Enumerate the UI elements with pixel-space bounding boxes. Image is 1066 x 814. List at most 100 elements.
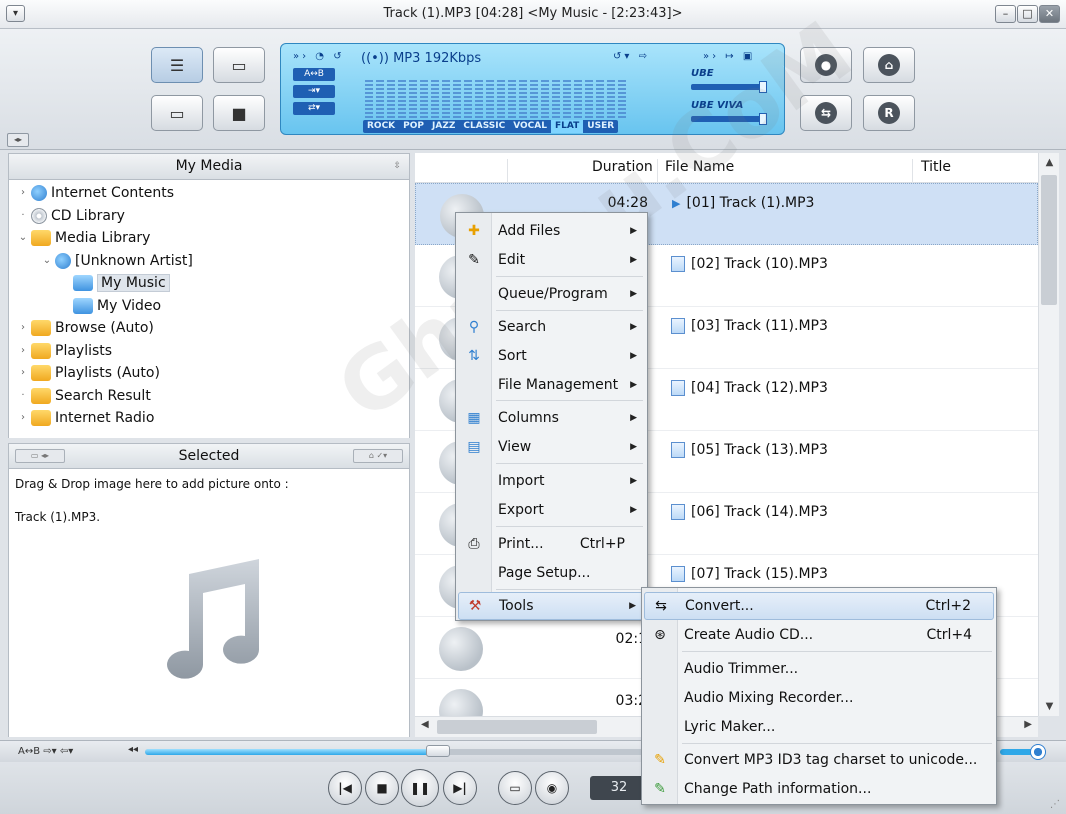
vertical-scroll-thumb[interactable] <box>1041 175 1057 305</box>
menu-item-print[interactable]: ⎙ Print... Ctrl+P <box>458 530 645 558</box>
menu-item-page-setup[interactable]: Page Setup... <box>458 559 645 587</box>
scroll-left-icon[interactable]: ◀ <box>421 719 429 730</box>
menu-item-audio-mixing-recorder[interactable]: Audio Mixing Recorder... <box>644 684 994 712</box>
tree-item-cd-library[interactable]: · CD Library <box>17 205 125 226</box>
volume-knob[interactable] <box>1030 744 1046 760</box>
selected-panel[interactable]: Drag & Drop image here to add picture on… <box>8 469 410 737</box>
seek-knob[interactable] <box>425 745 450 757</box>
horizontal-scroll-thumb[interactable] <box>437 720 597 734</box>
mini-view-button[interactable]: ▭ <box>151 95 203 131</box>
tree-item-playlists-auto[interactable]: › Playlists (Auto) <box>17 362 160 383</box>
previous-button[interactable]: |◀ <box>328 771 362 805</box>
now-playing-view-button[interactable]: ▭ <box>213 47 265 83</box>
tree-item-unknown-artist[interactable]: ⌄ [Unknown Artist] <box>41 250 193 271</box>
menu-item-columns[interactable]: ▦ Columns ▶ <box>458 404 645 432</box>
tree-label: Internet Radio <box>55 409 155 426</box>
cd-thumbnail-icon <box>439 627 483 671</box>
tree-item-my-video[interactable]: My Video <box>71 295 161 316</box>
sort-icon[interactable]: ⇳ <box>393 154 401 179</box>
tree-item-internet-contents[interactable]: › Internet Contents <box>17 182 174 203</box>
menu-item-lyric-maker[interactable]: Lyric Maker... <box>644 713 994 741</box>
ab-repeat-button[interactable]: A↔B <box>293 68 335 81</box>
tree-label: Playlists <box>55 342 113 359</box>
eq-preset-jazz[interactable]: JAZZ <box>428 120 459 133</box>
open-button[interactable]: ▭ <box>498 771 532 805</box>
burn-button[interactable]: ⌂ <box>863 47 915 83</box>
expand-arrow-icon[interactable]: › <box>17 187 29 198</box>
tree-item-search-result[interactable]: · Search Result <box>17 385 151 406</box>
tree-item-internet-radio[interactable]: › Internet Radio <box>17 407 154 428</box>
eq-preset-rock[interactable]: ROCK <box>363 120 399 133</box>
ube-slider[interactable] <box>691 81 767 93</box>
collapse-arrow-icon[interactable]: ⌄ <box>41 255 53 266</box>
seek-slider[interactable] <box>145 745 650 757</box>
eq-preset-vocal[interactable]: VOCAL <box>509 120 551 133</box>
tree-item-media-library[interactable]: ⌄ Media Library <box>17 227 150 248</box>
menu-item-create-audio-cd[interactable]: ⊛ Create Audio CD... Ctrl+4 <box>644 621 994 649</box>
time-counter[interactable]: 32 <box>590 776 648 800</box>
mini-repeat-controls[interactable]: A↔B ⇨▾ ⇦▾ <box>18 746 73 757</box>
menu-item-import[interactable]: Import ▶ <box>458 467 645 495</box>
vertical-scrollbar[interactable]: ▲ ▼ <box>1038 153 1059 716</box>
scroll-down-icon[interactable]: ▼ <box>1039 701 1060 712</box>
pause-button[interactable]: ❚❚ <box>401 769 439 807</box>
tree-item-my-music[interactable]: My Music <box>71 272 170 293</box>
my-media-header[interactable]: My Media ⇳ <box>8 153 410 180</box>
selected-options-button[interactable]: ⌂ ✓▾ <box>353 449 403 463</box>
menu-item-add-files[interactable]: ✚ Add Files ▶ <box>458 217 645 245</box>
monitor-icon: ▭ <box>231 55 247 75</box>
expand-arrow-icon[interactable]: › <box>17 322 29 333</box>
continuous-button[interactable]: ⇥▾ <box>293 85 335 98</box>
scroll-up-icon[interactable]: ▲ <box>1039 157 1060 168</box>
collapse-arrow-icon[interactable]: ⌄ <box>17 232 29 243</box>
column-duration[interactable]: Duration <box>592 159 653 175</box>
column-file-name[interactable]: File Name <box>665 159 734 175</box>
resize-grip-icon[interactable]: ⋰ <box>1050 799 1060 810</box>
menu-item-edit[interactable]: ✎ Edit ▶ <box>458 246 645 274</box>
ube-viva-slider[interactable] <box>691 113 767 125</box>
repeat-mode-button[interactable]: ⇄▾ <box>293 102 335 115</box>
menu-item-sort[interactable]: ⇅ Sort ▶ <box>458 342 645 370</box>
menu-item-convert-id3-charset[interactable]: ✎ Convert MP3 ID3 tag charset to unicode.… <box>644 746 994 774</box>
menu-item-view[interactable]: ▤ View ▶ <box>458 433 645 461</box>
eject-button[interactable]: ◉ <box>535 771 569 805</box>
tree-label: Playlists (Auto) <box>55 364 160 381</box>
expand-arrow-icon[interactable]: › <box>17 412 29 423</box>
device-view-button[interactable]: ■ <box>213 95 265 131</box>
menu-item-queue-program[interactable]: Queue/Program ▶ <box>458 280 645 308</box>
tree-label: Search Result <box>55 387 151 404</box>
menu-item-convert[interactable]: ⇆ Convert... Ctrl+2 <box>644 592 994 620</box>
menu-item-file-management[interactable]: File Management ▶ <box>458 371 645 399</box>
menu-item-label: View <box>498 439 532 455</box>
menu-item-audio-trimmer[interactable]: Audio Trimmer... <box>644 655 994 683</box>
menu-item-tools[interactable]: ⚒ Tools ▶ <box>458 592 645 620</box>
scroll-right-icon[interactable]: ▶ <box>1024 719 1032 730</box>
close-button[interactable]: ✕ <box>1039 5 1060 23</box>
expand-arrow-icon[interactable]: › <box>17 345 29 356</box>
next-button[interactable]: ▶| <box>443 771 477 805</box>
selected-title: Selected <box>178 448 240 464</box>
stop-button[interactable]: ■ <box>365 771 399 805</box>
tree-item-browse-auto[interactable]: › Browse (Auto) <box>17 317 154 338</box>
submenu-arrow-icon: ▶ <box>630 505 637 515</box>
collapse-toolbar-button[interactable]: ◂▸ <box>7 133 29 147</box>
selected-view-toggle[interactable]: ▭ ◂▸ <box>15 449 65 463</box>
record-button[interactable]: ● <box>800 47 852 83</box>
menu-item-search[interactable]: ⚲ Search ▶ <box>458 313 645 341</box>
rewind-icon[interactable]: ◂◂ <box>128 744 138 755</box>
tree-item-playlists[interactable]: › Playlists <box>17 340 112 361</box>
eq-preset-pop[interactable]: POP <box>399 120 428 133</box>
convert-button[interactable]: ⇆ <box>800 95 852 131</box>
maximize-button[interactable]: □ <box>1017 5 1038 23</box>
eq-preset-classic[interactable]: CLASSIC <box>459 120 509 133</box>
eq-preset-flat[interactable]: FLAT <box>550 120 584 133</box>
expand-arrow-icon[interactable]: › <box>17 367 29 378</box>
pause-icon: ❚❚ <box>409 781 431 795</box>
menu-item-export[interactable]: Export ▶ <box>458 496 645 524</box>
column-title[interactable]: Title <box>921 159 951 175</box>
radio-button[interactable]: R <box>863 95 915 131</box>
minimize-button[interactable]: – <box>995 5 1016 23</box>
eq-preset-user[interactable]: USER <box>583 120 618 133</box>
menu-item-change-path[interactable]: ✎ Change Path information... <box>644 775 994 803</box>
library-view-button[interactable]: ☰ <box>151 47 203 83</box>
